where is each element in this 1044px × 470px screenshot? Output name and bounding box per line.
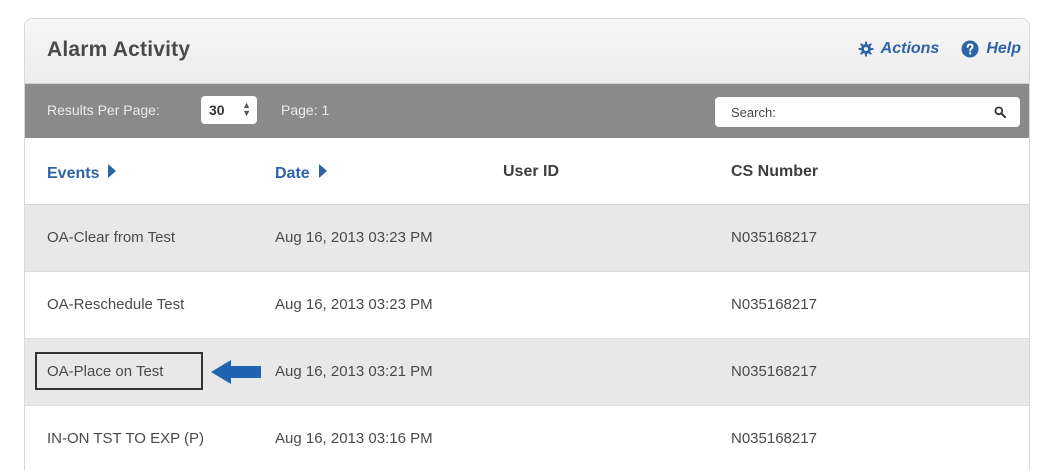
event-cell: IN-ON TST TO EXP (P) xyxy=(47,430,204,447)
results-toolbar: Results Per Page: 30 ▲ ▼ Page: 1 xyxy=(25,84,1029,138)
sort-arrow-icon xyxy=(318,163,328,184)
table-row[interactable]: OA-Place on Test Aug 16, 2013 03:21 PM N… xyxy=(25,339,1029,406)
cs-number-cell: N035168217 xyxy=(731,363,817,380)
page-title: Alarm Activity xyxy=(47,38,191,61)
date-cell: Aug 16, 2013 03:21 PM xyxy=(275,363,433,380)
table-row[interactable]: OA-Reschedule Test Aug 16, 2013 03:23 PM… xyxy=(25,272,1029,339)
panel-header: Alarm Activity Actions Help xyxy=(25,19,1029,84)
table-row[interactable]: OA-Clear from Test Aug 16, 2013 03:23 PM… xyxy=(25,205,1029,272)
actions-label: Actions xyxy=(880,40,940,57)
results-per-page-label: Results Per Page: xyxy=(47,102,160,118)
table-header: Events Date User ID CS Number xyxy=(25,138,1029,205)
gear-icon xyxy=(858,41,874,57)
cs-number-cell: N035168217 xyxy=(731,430,817,447)
column-header-events[interactable]: Events xyxy=(47,163,117,184)
header-actions: Actions Help xyxy=(858,40,1021,58)
column-header-label: Date xyxy=(275,164,310,182)
cs-number-cell: N035168217 xyxy=(731,296,817,313)
results-per-page-select[interactable]: 30 ▲ ▼ xyxy=(201,96,257,124)
column-header-user-id: User ID xyxy=(503,163,560,180)
event-cell: OA-Reschedule Test xyxy=(47,296,185,313)
column-header-cs-number: CS Number xyxy=(731,163,819,180)
search-input[interactable] xyxy=(731,104,981,120)
alarm-activity-panel: Alarm Activity Actions Help Results Per … xyxy=(24,18,1030,470)
help-label: Help xyxy=(986,40,1021,57)
stepper-arrows-icon[interactable]: ▲ ▼ xyxy=(242,101,251,118)
column-header-label: Events xyxy=(47,164,100,182)
cs-number-cell: N035168217 xyxy=(731,229,817,246)
help-button[interactable]: Help xyxy=(961,40,1021,58)
pointer-arrow-icon xyxy=(211,359,263,389)
results-per-page-value: 30 xyxy=(209,102,225,118)
date-cell: Aug 16, 2013 03:23 PM xyxy=(275,229,433,246)
table-row[interactable]: IN-ON TST TO EXP (P) Aug 16, 2013 03:16 … xyxy=(25,406,1029,470)
search-field[interactable] xyxy=(715,97,1020,127)
event-cell: OA-Clear from Test xyxy=(47,229,176,246)
event-cell: OA-Place on Test xyxy=(47,363,164,380)
question-circle-icon xyxy=(961,40,979,58)
column-header-date[interactable]: Date xyxy=(275,163,328,184)
search-icon[interactable] xyxy=(994,105,1006,123)
actions-button[interactable]: Actions xyxy=(858,40,940,58)
page-indicator: Page: 1 xyxy=(281,102,330,118)
date-cell: Aug 16, 2013 03:23 PM xyxy=(275,296,433,313)
date-cell: Aug 16, 2013 03:16 PM xyxy=(275,430,433,447)
sort-arrow-icon xyxy=(107,163,117,184)
